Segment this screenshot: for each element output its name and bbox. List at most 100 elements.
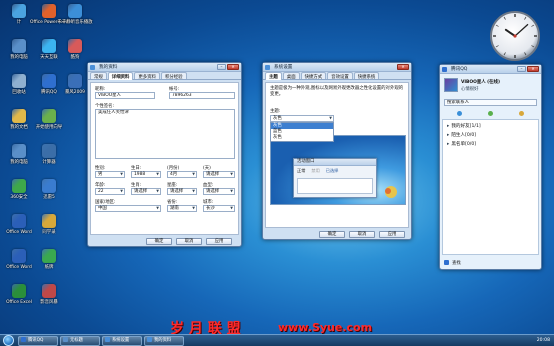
contact-group-label: 我的好友[1/1] [451,124,481,129]
qq-search-input[interactable]: 搜索联系人 [444,99,537,106]
taskbar-clock[interactable]: 20:08 [537,338,550,343]
desktop-icon-image [12,214,26,228]
gender-select[interactable]: 男 [95,171,125,178]
theme-panel: 主题是极为一种外观,图标以及网易外观更改器之性化设置的对外观的变更。 主题: 灰… [265,82,409,228]
taskbar-item[interactable]: 腾讯QQ [18,336,58,346]
minimize-button[interactable]: – [517,66,526,72]
tab-1[interactable]: 桌面 [282,72,300,80]
theme-title: 系统设置 [274,65,293,70]
signature-field[interactable]: 美成任人笑怡津 [95,109,235,159]
tab-1[interactable]: 详细资料 [107,72,134,80]
cancel-button[interactable]: 取消 [176,238,202,245]
province-select[interactable]: 湖南 [167,205,197,212]
country-select[interactable]: 中国 [95,205,161,212]
close-button[interactable]: ✕ [527,66,539,72]
desktop-icon-image [42,109,56,123]
tab-2[interactable]: 更多资料 [134,72,160,80]
theme-description: 主题是极为一种外观,图标以及网易外观更改器之性化设置的对外观的变更。 [270,86,404,97]
desktop-icon[interactable]: 影音风暴 [30,284,68,305]
taskbar-item-icon [147,337,152,342]
desktop-icon-image [42,4,56,18]
contact-group[interactable]: ▸ 陌生人[0/0] [447,132,476,138]
contact-group[interactable]: ▸ 黑名单[0/0] [447,141,476,147]
profile-window[interactable]: 我的资料 – ✕ 常规 详细资料 更多资料 积分经验 昵称: VIBOO星人 帐号: … [87,62,242,247]
tab-3[interactable]: 音效设置 [327,72,353,80]
avatar[interactable] [444,78,458,92]
desktop-icon-label: 开始使用向导 [35,125,63,130]
preview-logo [385,186,397,198]
apply-button[interactable]: 应用 [379,231,405,238]
theme-window[interactable]: 系统设置 ✕ 主题 桌面 快捷方式 音效设置 快捷系统 主题是极为一种外观,图标以及网易… [262,62,412,240]
theme-tabs: 主题 桌面 快捷方式 音效设置 快捷系统 [263,72,411,80]
taskbar-item[interactable]: 我的资料 [144,336,184,346]
taskbar-item[interactable]: 无标题 [60,336,100,346]
desktop-icon-label: 纸牌 [44,265,54,270]
star-select[interactable]: 请选择 [167,188,197,195]
birth-month-select[interactable]: 4月 [167,171,197,178]
tab-0[interactable]: 常规 [90,72,107,80]
desktop-icon[interactable]: 迅雷5 [30,179,68,200]
blood-select[interactable]: 请选择 [203,188,235,195]
theme-preview: 活动窗口 正常 禁用 已选择 [270,135,406,205]
close-button[interactable]: ✕ [397,64,409,70]
theme-titlebar[interactable]: 系统设置 ✕ [263,63,411,72]
preview-body [297,178,373,194]
tab-2[interactable]: 快捷方式 [300,72,327,80]
taskbar-item-icon [105,337,110,342]
taskbar-item-label: 系统设置 [112,338,130,343]
desktop-icon[interactable]: 同学录 [30,214,68,235]
ok-button[interactable]: 确定 [319,231,345,238]
profile-titlebar[interactable]: 我的资料 – ✕ [88,63,241,72]
ok-button[interactable]: 确定 [146,238,172,245]
cancel-button[interactable]: 取消 [349,231,375,238]
desktop-icon-image [12,179,26,193]
nickname-field[interactable]: VIBOO星人 [95,92,155,99]
theme-select[interactable]: 灰色 [270,115,334,122]
city-select[interactable]: 长沙 [203,205,235,212]
qq-titlebar[interactable]: 腾讯QQ – ✕ [440,65,541,74]
desktop-icon-image [12,249,26,263]
qq-user-header: VIBOO星人 (在线) 心情很好 [442,76,539,98]
qq-window[interactable]: 腾讯QQ – ✕ VIBOO星人 (在线) 心情很好 搜索联系人 ▸ 我的好友[1… [439,64,542,270]
age-select[interactable]: 22 [95,188,125,195]
desktop-icon-image [42,284,56,298]
tab-3[interactable]: 积分经验 [160,72,187,80]
qq-icon [90,64,95,70]
clock-gadget[interactable] [489,10,541,62]
qq-find-button[interactable]: 查找 [452,260,461,266]
account-field[interactable]: 7896263 [169,92,235,99]
group-icon[interactable] [488,110,493,116]
desktop-icon[interactable]: 开始使用向导 [30,109,68,130]
desktop-icon[interactable]: 千千静听音乐播放 [56,4,94,25]
desktop-icon[interactable]: 计算器 [30,144,68,165]
desktop-icon[interactable]: 纸牌 [30,249,68,270]
desktop-icon-label: 同学录 [42,230,56,235]
desktop-icon-label: 计算器 [42,160,56,165]
contact-group[interactable]: ▸ 我的好友[1/1] [447,123,481,129]
close-button[interactable]: ✕ [227,64,239,70]
taskbar-item[interactable]: 系统设置 [102,336,142,346]
contacts-icon[interactable] [457,110,462,116]
desktop-icon-label: 千千静听音乐播放 [57,20,93,25]
preview-menu-item: 正常 [297,168,306,173]
zodiac-select[interactable]: 请选择 [131,188,161,195]
start-button[interactable] [3,335,14,346]
chevron-right-icon: ▸ [447,133,450,138]
tab-0[interactable]: 主题 [265,72,282,80]
apply-button[interactable]: 应用 [206,238,232,245]
recent-icon[interactable] [519,110,524,116]
desktop-icon-image [42,144,56,158]
taskbar-item-icon [21,337,26,342]
birth-year-select[interactable]: 1988 [131,171,161,178]
desktop-icon-image [42,74,56,88]
qq-user-status[interactable]: 心情很好 [461,86,479,92]
tab-4[interactable]: 快捷系统 [353,72,380,80]
desktop-icon-image [68,39,82,53]
theme-option[interactable]: 灰色 [271,135,333,141]
minimize-button[interactable]: – [217,64,226,70]
birth-day-select[interactable]: 请选择 [203,171,235,178]
qq-menu-icon[interactable] [444,260,449,265]
desktop-icon[interactable]: 酷狗 [56,39,94,60]
theme-label: 主题: [270,109,281,114]
desktop-icon-image [12,109,26,123]
